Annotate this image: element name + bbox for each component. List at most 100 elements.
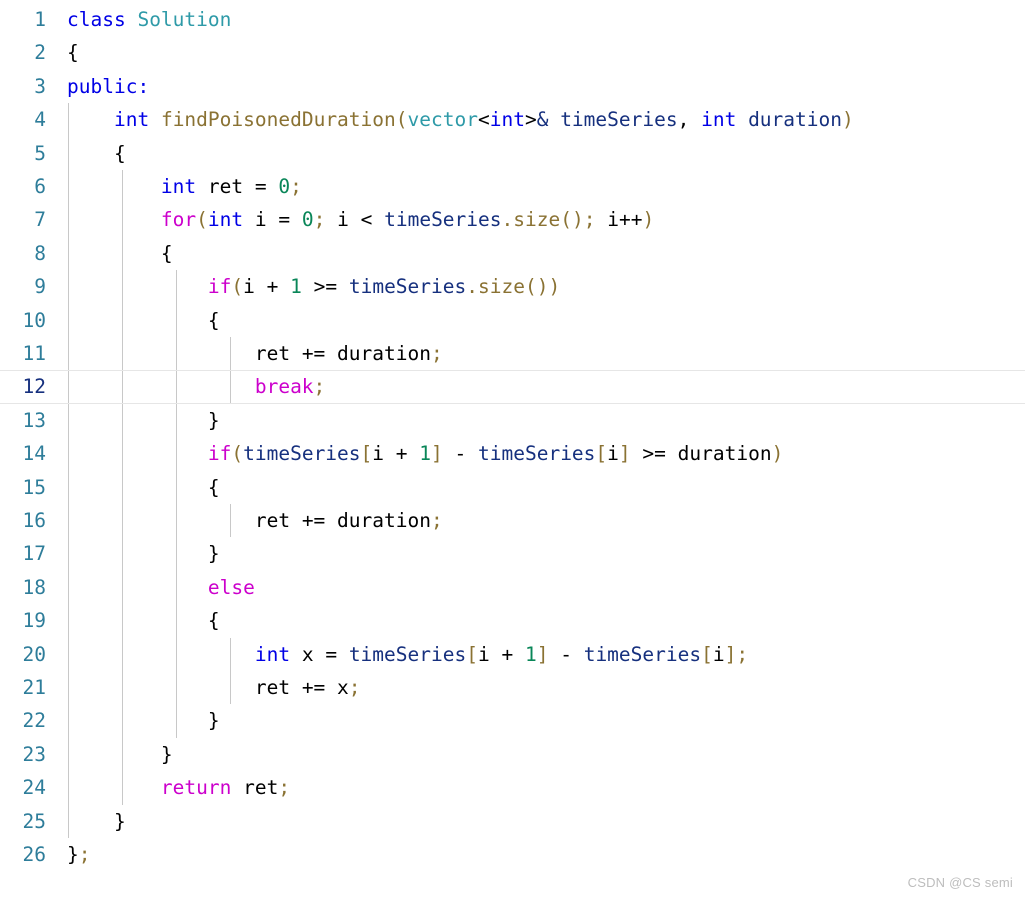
line-number[interactable]: 26	[0, 838, 46, 871]
code-line[interactable]: 23 }	[0, 738, 1025, 771]
token-punct: .	[501, 208, 514, 232]
token-plain: ret	[254, 342, 302, 365]
code-text[interactable]: else	[67, 571, 255, 604]
token-punct: [	[595, 442, 608, 466]
line-number[interactable]: 24	[0, 771, 46, 804]
code-line[interactable]: 22 }	[0, 704, 1025, 737]
code-text[interactable]: {	[67, 304, 220, 337]
code-text[interactable]: {	[67, 237, 173, 270]
code-line[interactable]: 26};	[0, 838, 1025, 871]
line-number[interactable]: 10	[0, 304, 46, 337]
token-num: 0	[278, 175, 291, 198]
token-kw2: if	[207, 442, 232, 466]
token-kw: :	[137, 74, 150, 98]
code-line[interactable]: 2{	[0, 36, 1025, 69]
code-text[interactable]: break;	[67, 370, 325, 403]
code-text[interactable]: int findPoisonedDuration(vector<int>& ti…	[67, 103, 854, 136]
code-line[interactable]: 15 {	[0, 471, 1025, 504]
code-text[interactable]: }	[67, 805, 126, 838]
code-text[interactable]: }	[67, 704, 220, 737]
code-text[interactable]: ret += duration;	[67, 337, 443, 370]
line-number[interactable]: 21	[0, 671, 46, 704]
line-number[interactable]: 25	[0, 805, 46, 838]
line-number[interactable]: 20	[0, 638, 46, 671]
line-number[interactable]: 5	[0, 137, 46, 170]
code-text[interactable]: public:	[67, 70, 149, 103]
code-line[interactable]: 9 if(i + 1 >= timeSeries.size())	[0, 270, 1025, 303]
line-number[interactable]: 4	[0, 103, 46, 136]
token-punct: ;	[430, 342, 443, 365]
code-text[interactable]: for(int i = 0; i < timeSeries.size(); i+…	[67, 203, 654, 236]
line-number[interactable]: 8	[0, 237, 46, 270]
code-line[interactable]: 11 ret += duration;	[0, 337, 1025, 370]
line-number[interactable]: 11	[0, 337, 46, 370]
line-number[interactable]: 23	[0, 738, 46, 771]
token-plain: {	[67, 609, 220, 633]
code-line[interactable]: 4 int findPoisonedDuration(vector<int>& …	[0, 103, 1025, 136]
code-text[interactable]: class Solution	[67, 3, 231, 36]
line-number[interactable]: 2	[0, 36, 46, 69]
code-line[interactable]: 10 {	[0, 304, 1025, 337]
line-number[interactable]: 15	[0, 471, 46, 504]
code-text[interactable]: }	[67, 404, 220, 437]
code-text[interactable]: if(i + 1 >= timeSeries.size())	[67, 270, 560, 303]
token-punct: )	[842, 108, 854, 132]
line-number[interactable]: 1	[0, 3, 46, 36]
line-number[interactable]: 9	[0, 270, 46, 303]
line-number[interactable]: 17	[0, 537, 46, 570]
code-line[interactable]: 6 int ret = 0;	[0, 170, 1025, 203]
code-text[interactable]: {	[67, 137, 126, 170]
code-line[interactable]: 18 else	[0, 571, 1025, 604]
token-plain: +	[266, 275, 279, 299]
code-line[interactable]: 24 return ret;	[0, 771, 1025, 804]
code-line[interactable]: 17 }	[0, 537, 1025, 570]
token-plain: i	[477, 642, 502, 666]
token-type: Solution	[137, 8, 232, 31]
code-text[interactable]: int ret = 0;	[67, 170, 302, 203]
code-text[interactable]: {	[67, 471, 220, 504]
code-line[interactable]: 12 break;	[0, 370, 1025, 405]
line-number[interactable]: 12	[0, 370, 46, 403]
code-line[interactable]: 21 ret += x;	[0, 671, 1025, 704]
token-punct: ()	[560, 208, 584, 232]
code-text[interactable]: ret += duration;	[67, 504, 443, 537]
code-line[interactable]: 1 class Solution	[0, 3, 1025, 36]
code-line[interactable]: 3 public:	[0, 70, 1025, 103]
code-line[interactable]: 19 {	[0, 604, 1025, 637]
token-kw: int	[207, 208, 244, 232]
code-editor[interactable]: 1 class Solution 2{3 public: 4 int findPoiso…	[0, 0, 1025, 900]
code-line[interactable]: 14 if(timeSeries[i + 1] - timeSeries[i] …	[0, 437, 1025, 470]
code-line[interactable]: 20 int x = timeSeries[i + 1] - timeSerie…	[0, 638, 1025, 671]
code-text[interactable]: {	[67, 36, 79, 69]
token-plain: i	[607, 442, 619, 466]
code-line[interactable]: 7 for(int i = 0; i < timeSeries.size(); …	[0, 203, 1025, 236]
code-line[interactable]: 8 {	[0, 237, 1025, 270]
code-text[interactable]: int x = timeSeries[i + 1] - timeSeries[i…	[67, 638, 748, 671]
line-number[interactable]: 19	[0, 604, 46, 637]
code-text[interactable]: if(timeSeries[i + 1] - timeSeries[i] >= …	[67, 437, 783, 470]
line-number[interactable]: 14	[0, 437, 46, 470]
code-text[interactable]: }	[67, 537, 220, 570]
line-number[interactable]: 7	[0, 203, 46, 236]
line-number[interactable]: 18	[0, 571, 46, 604]
code-line[interactable]: 25 }	[0, 805, 1025, 838]
code-lines-container[interactable]: 1 class Solution 2{3 public: 4 int findPoiso…	[0, 0, 1025, 900]
code-text[interactable]: {	[67, 604, 220, 637]
code-line[interactable]: 5 {	[0, 137, 1025, 170]
code-line[interactable]: 16 ret += duration;	[0, 504, 1025, 537]
line-number[interactable]: 16	[0, 504, 46, 537]
code-text[interactable]: };	[67, 838, 91, 871]
code-line[interactable]: 13 }	[0, 404, 1025, 437]
code-text[interactable]: return ret;	[67, 771, 290, 804]
line-number[interactable]: 22	[0, 704, 46, 737]
code-text[interactable]: ret += x;	[67, 671, 361, 704]
line-number[interactable]: 13	[0, 404, 46, 437]
line-number[interactable]: 3	[0, 70, 46, 103]
line-number[interactable]: 6	[0, 170, 46, 203]
code-text[interactable]: }	[67, 738, 173, 771]
